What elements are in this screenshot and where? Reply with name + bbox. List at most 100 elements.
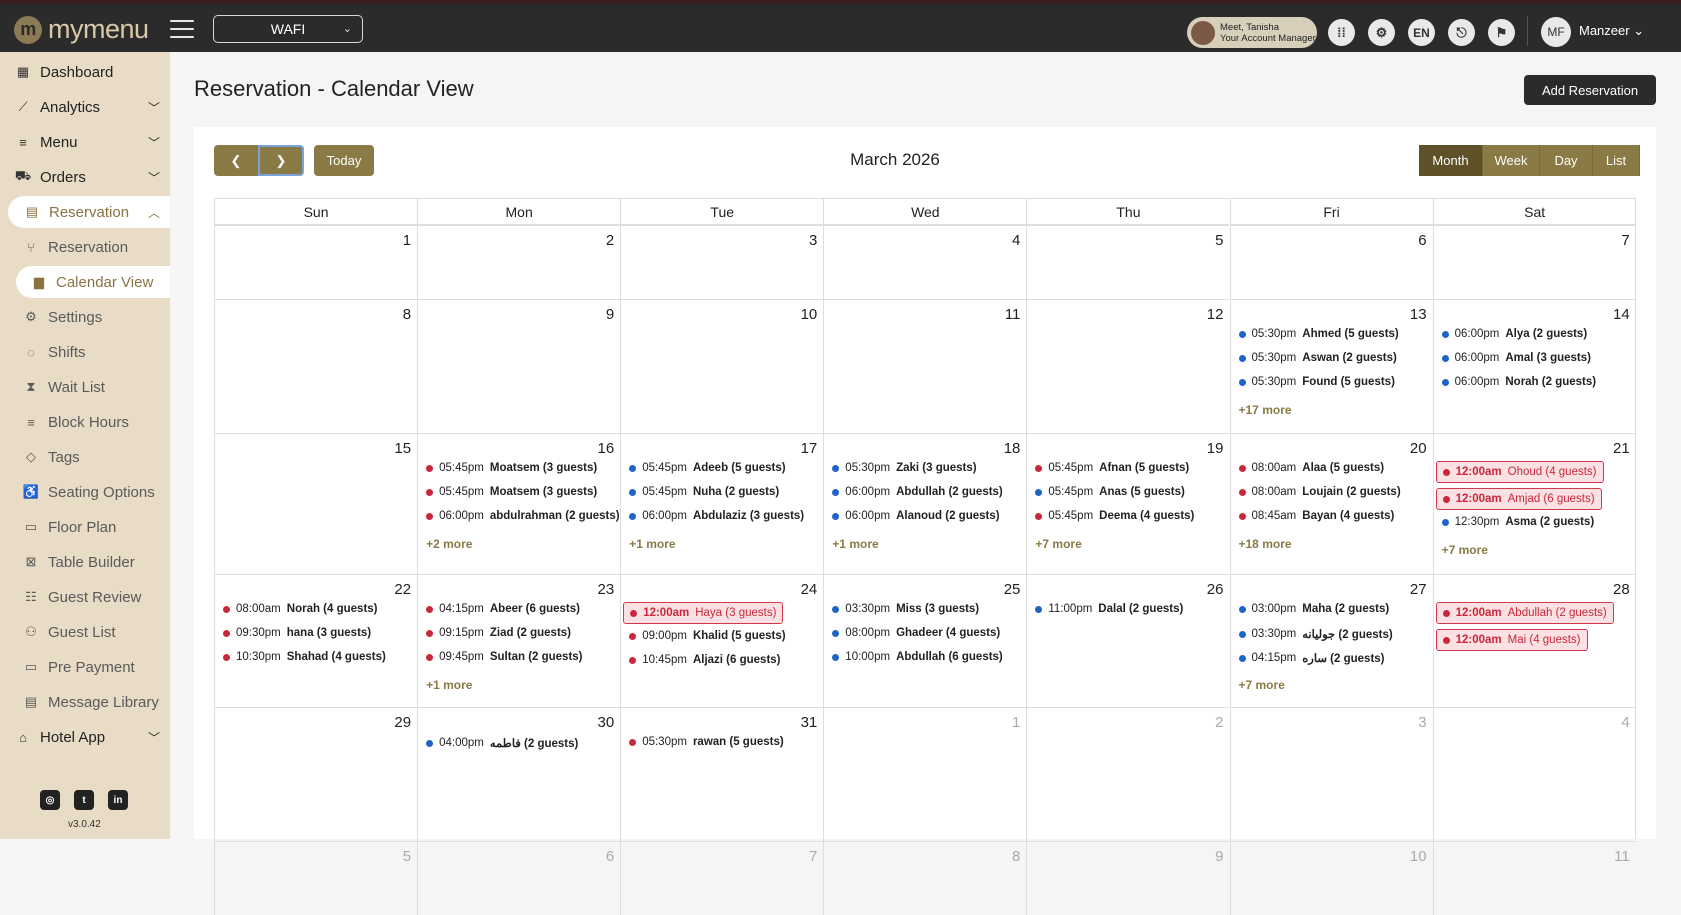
sidebar-item-pre-payment[interactable]: ▭ Pre Payment [24,651,178,683]
day-cell[interactable]: 2 [417,225,621,299]
more-events-link[interactable]: +2 more [426,537,472,551]
day-cell[interactable]: 10 [620,299,824,433]
reservation-event[interactable]: 08:00am Loujain (2 guests) [1238,486,1401,498]
day-cell[interactable]: 18 05:30pm Zaki (3 guests) 06:00pm Abdullah … [823,433,1027,574]
day-cell[interactable]: 9 [1026,841,1230,915]
day-cell[interactable]: 14 06:00pm Alya (2 guests) 06:00pm Amal (3 g… [1432,299,1636,433]
day-number[interactable]: 2 [606,232,614,249]
day-number[interactable]: 4 [1621,714,1629,731]
day-cell[interactable]: 8 [214,299,418,433]
account-manager-badge[interactable]: Meet, Tanisha Your Account Manager [1187,17,1317,48]
day-number[interactable]: 6 [606,848,614,865]
reservation-event[interactable]: 05:30pm Found (5 guests) [1238,376,1395,388]
day-number[interactable]: 23 [598,581,615,598]
day-number[interactable]: 11 [1005,306,1021,323]
sidebar-item-guest-review[interactable]: ☷ Guest Review [24,581,178,613]
reservation-event[interactable]: 06:00pm Alanoud (2 guests) [832,510,1000,522]
sidebar-item-menu[interactable]: ≡ Menu ﹀ [16,126,170,158]
day-cell[interactable]: 9 [417,299,621,433]
sidebar-item-analytics[interactable]: ⟋ Analytics ﹀ [16,91,170,123]
more-events-link[interactable]: +7 more [1239,678,1285,692]
add-reservation-button[interactable]: Add Reservation [1524,75,1656,105]
day-number[interactable]: 16 [598,440,615,457]
reservation-event[interactable]: 08:00am Norah (4 guests) [223,603,378,615]
reservation-event[interactable]: 05:45pm Deema (4 guests) [1035,510,1194,522]
headset-icon[interactable]: ⎋ [1448,19,1475,46]
reservation-event[interactable]: 05:45pm Anas (5 guests) [1035,486,1185,498]
day-number[interactable]: 22 [394,581,411,598]
day-cell[interactable]: 23 04:15pm Abeer (6 guests) 09:15pm Ziad (2 … [417,574,621,707]
view-day-button[interactable]: Day [1540,145,1593,176]
day-cell[interactable]: 5 [214,841,418,915]
reservation-event[interactable]: 05:30pm Aswan (2 guests) [1238,352,1397,364]
day-number[interactable]: 26 [1207,581,1224,598]
reservation-event[interactable]: 12:00am Amjad (6 guests) [1435,488,1602,510]
day-cell[interactable]: 24 12:00am Haya (3 guests) 09:00pm Khalid (5… [620,574,824,707]
day-number[interactable]: 18 [1004,440,1021,457]
view-month-button[interactable]: Month [1419,145,1483,176]
reservation-event[interactable]: 06:00pm Norah (2 guests) [1441,376,1596,388]
reservation-event[interactable]: 05:45pm Moatsem (3 guests) [426,486,597,498]
sidebar-item-reservation[interactable]: ⑂ Reservation [24,231,178,263]
day-cell[interactable]: 12 [1026,299,1230,433]
reservation-event[interactable]: 04:00pm فاطمه (2 guests) [426,736,578,750]
day-cell[interactable]: 4 [1432,707,1636,841]
day-number[interactable]: 6 [1418,232,1426,249]
sidebar-item-floor-plan[interactable]: ▭ Floor Plan [24,511,178,543]
reservation-event[interactable]: 05:45pm Adeeb (5 guests) [629,462,786,474]
day-number[interactable]: 25 [1004,581,1021,598]
reservation-event[interactable]: 05:45pm Afnan (5 guests) [1035,462,1189,474]
more-events-link[interactable]: +1 more [426,678,472,692]
day-cell[interactable]: 29 [214,707,418,841]
sidebar-item-settings[interactable]: ⚙ Settings [24,301,178,333]
reservation-event[interactable]: 06:00pm Abdullah (2 guests) [832,486,1003,498]
day-cell[interactable]: 5 [1026,225,1230,299]
reservation-event[interactable]: 09:00pm Khalid (5 guests) [629,630,786,642]
day-number[interactable]: 31 [801,714,818,731]
reservation-event[interactable]: 09:15pm Ziad (2 guests) [426,627,571,639]
day-cell[interactable]: 30 04:00pm فاطمه (2 guests) [417,707,621,841]
reservation-event[interactable]: 05:30pm Zaki (3 guests) [832,462,977,474]
day-number[interactable]: 3 [1418,714,1426,731]
sidebar-item-message-library[interactable]: ▤ Message Library [24,686,178,718]
day-number[interactable]: 20 [1410,440,1427,457]
user-avatar[interactable]: MF [1541,17,1571,47]
bell-icon[interactable]: ⚑ [1488,19,1515,46]
day-number[interactable]: 5 [403,848,411,865]
sidebar-item-tags[interactable]: ◇ Tags [24,441,178,473]
sidebar-item-orders[interactable]: ⛟ Orders ﹀ [15,161,170,193]
reservation-event[interactable]: 03:30pm Miss (3 guests) [832,603,979,615]
next-month-button[interactable]: ❯ [258,145,304,176]
reservation-event[interactable]: 12:00am Haya (3 guests) [623,602,784,624]
day-cell[interactable]: 7 [1432,225,1636,299]
reservation-event[interactable]: 10:30pm Shahad (4 guests) [223,651,386,663]
sidebar-item-block-hours[interactable]: ≡ Block Hours [24,406,178,438]
day-cell[interactable]: 7 [620,841,824,915]
day-number[interactable]: 11 [1614,848,1630,865]
reservation-event[interactable]: 08:00pm Ghadeer (4 guests) [832,627,1000,639]
reservation-event[interactable]: 06:00pm Amal (3 guests) [1441,352,1591,364]
day-number[interactable]: 8 [403,306,411,323]
sidebar-item-hotel-app[interactable]: ⌂ Hotel App ﹀ [16,721,170,753]
day-cell[interactable]: 13 05:30pm Ahmed (5 guests) 05:30pm Aswan (2… [1229,299,1433,433]
reservation-event[interactable]: 08:00am Alaa (5 guests) [1238,462,1384,474]
day-cell[interactable]: 3 [1229,707,1433,841]
day-cell[interactable]: 3 [620,225,824,299]
day-cell[interactable]: 10 [1229,841,1433,915]
day-number[interactable]: 2 [1215,714,1223,731]
day-cell[interactable]: 21 12:00am Ohoud (4 guests) 12:00am Amjad (6… [1432,433,1636,574]
hamburger-menu-icon[interactable] [170,20,194,38]
day-number[interactable]: 28 [1613,581,1630,598]
day-cell[interactable]: 19 05:45pm Afnan (5 guests) 05:45pm Anas (5 … [1026,433,1230,574]
day-cell[interactable]: 11 [823,299,1027,433]
reservation-event[interactable]: 03:00pm Maha (2 guests) [1238,603,1389,615]
sidebar-item-reservation[interactable]: ▤ Reservation ︿ [8,196,170,228]
day-number[interactable]: 27 [1410,581,1427,598]
day-number[interactable]: 14 [1613,306,1630,323]
day-cell[interactable]: 27 03:00pm Maha (2 guests) 03:30pm جوليانه (… [1229,574,1433,707]
reservation-event[interactable]: 12:30pm Asma (2 guests) [1441,516,1594,528]
reservation-event[interactable]: 10:45pm Aljazi (6 guests) [629,654,781,666]
day-cell[interactable]: 1 [214,225,418,299]
apps-grid-icon[interactable]: ⁞⁞ [1328,19,1355,46]
day-cell[interactable]: 6 [1229,225,1433,299]
